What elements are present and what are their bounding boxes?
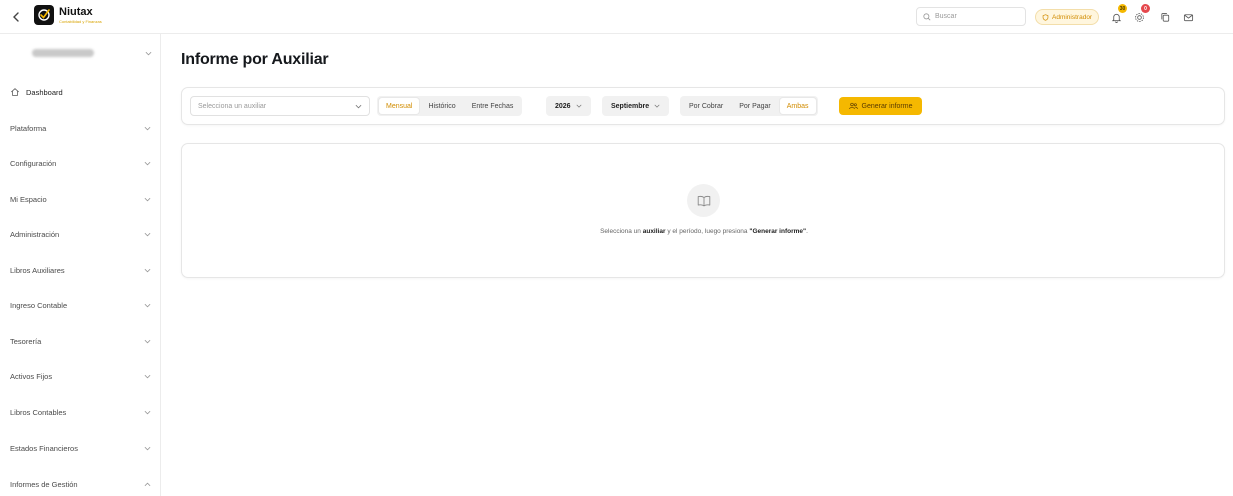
sidebar-item-label: Plataforma xyxy=(10,123,47,133)
empty-state-emphasis-generar: "Generar informe" xyxy=(749,228,807,235)
sidebar-item-label: Informes de Gestión xyxy=(10,479,78,489)
notifications-button[interactable]: 30 xyxy=(1108,4,1127,25)
year-value: 2026 xyxy=(555,102,571,110)
empty-state-text-1: Selecciona un xyxy=(600,228,641,235)
sidebar-item-plataforma[interactable]: Plataforma xyxy=(0,118,161,138)
settings-count-badge: 0 xyxy=(1141,4,1150,13)
type-ambas[interactable]: Ambas xyxy=(779,98,816,114)
report-result-panel: Selecciona un auxiliar y el período, lue… xyxy=(181,143,1225,278)
chevron-down-icon xyxy=(144,303,150,307)
sidebar-item-configuracion[interactable]: Configuración xyxy=(0,153,161,173)
sidebar-item-tesoreria[interactable]: Tesorería xyxy=(0,331,161,351)
company-selector[interactable] xyxy=(10,44,152,62)
sidebar-item-dashboard[interactable]: Dashboard xyxy=(0,82,161,102)
back-button[interactable] xyxy=(9,9,23,25)
type-por-pagar[interactable]: Por Pagar xyxy=(732,98,778,114)
brand-tagline: Contabilidad y Finanzas xyxy=(59,18,102,24)
sidebar-item-label: Ingreso Contable xyxy=(10,300,68,310)
copy-icon xyxy=(1160,12,1169,22)
sidebar-item-libros-contables[interactable]: Libros Contables xyxy=(0,402,161,422)
notifications-count-badge: 30 xyxy=(1118,4,1127,13)
chevron-down-icon xyxy=(144,197,150,201)
empty-state-text-2: y el período, luego presiona xyxy=(667,228,748,235)
sidebar-item-label: Libros Auxiliares xyxy=(10,265,65,275)
chevron-down-icon xyxy=(576,104,582,108)
search-icon xyxy=(923,12,931,20)
sidebar-item-label: Administración xyxy=(10,229,60,239)
gear-icon xyxy=(1134,12,1144,22)
top-bar: Niutax Contabilidad y Finanzas Administr… xyxy=(0,0,1233,34)
period-mode-mensual[interactable]: Mensual xyxy=(379,98,420,114)
sidebar-item-mi-espacio[interactable]: Mi Espacio xyxy=(0,189,161,209)
sidebar-item-libros-auxiliares[interactable]: Libros Auxiliares xyxy=(0,260,161,280)
shield-icon xyxy=(1042,13,1049,21)
report-filters: Selecciona un auxiliar Mensual Histórico… xyxy=(181,87,1225,125)
chevron-down-icon xyxy=(144,232,150,236)
bell-icon xyxy=(1111,13,1121,23)
sidebar-item-administracion[interactable]: Administración xyxy=(0,224,161,244)
sidebar-item-label: Estados Financieros xyxy=(10,443,78,453)
type-por-cobrar[interactable]: Por Cobrar xyxy=(682,98,730,114)
generate-report-label: Generar informe xyxy=(861,102,913,110)
sidebar-item-ingreso-contable[interactable]: Ingreso Contable xyxy=(0,295,161,315)
copy-button[interactable] xyxy=(1157,9,1173,25)
role-badge[interactable]: Administrador xyxy=(1035,9,1100,25)
settings-button[interactable]: 0 xyxy=(1131,4,1150,25)
sidebar-item-label: Dashboard xyxy=(26,87,63,97)
sidebar-item-label: Mi Espacio xyxy=(10,194,47,204)
year-dropdown[interactable]: 2026 xyxy=(546,96,591,116)
period-mode-toggle: Mensual Histórico Entre Fechas xyxy=(377,96,523,116)
brand-name: Niutax xyxy=(59,5,93,18)
sidebar-item-label: Tesorería xyxy=(10,336,42,346)
chevron-down-icon xyxy=(144,126,150,130)
role-label: Administrador xyxy=(1052,13,1093,21)
chevron-down-icon xyxy=(144,374,150,378)
chevron-left-icon xyxy=(13,12,19,22)
chevron-down-icon xyxy=(144,339,150,343)
chevron-down-icon xyxy=(144,268,150,272)
month-dropdown[interactable]: Septiembre xyxy=(602,96,670,116)
month-value: Septiembre xyxy=(611,102,650,110)
empty-state-illustration xyxy=(687,184,720,217)
messages-button[interactable] xyxy=(1180,9,1196,25)
chevron-down-icon xyxy=(654,104,660,108)
book-open-icon xyxy=(697,195,710,206)
sidebar-item-activos-fijos[interactable]: Activos Fijos xyxy=(0,366,161,386)
company-name-redacted xyxy=(32,49,94,57)
chevron-down-icon xyxy=(355,104,362,108)
search-box[interactable] xyxy=(916,7,1026,26)
chevron-down-icon xyxy=(145,51,152,55)
chevron-down-icon xyxy=(144,161,150,165)
sidebar-item-label: Activos Fijos xyxy=(10,371,53,381)
auxiliar-select-placeholder: Selecciona un auxiliar xyxy=(198,102,267,110)
niutax-logo-icon xyxy=(34,5,54,25)
sidebar-item-estados-financieros[interactable]: Estados Financieros xyxy=(0,438,161,458)
page-title: Informe por Auxiliar xyxy=(181,51,329,68)
home-icon xyxy=(11,88,19,96)
auxiliar-select[interactable]: Selecciona un auxiliar xyxy=(190,96,370,116)
account-type-toggle: Por Cobrar Por Pagar Ambas xyxy=(680,96,818,116)
chevron-down-icon xyxy=(144,446,150,450)
chevron-down-icon xyxy=(144,410,150,414)
generate-report-button[interactable]: Generar informe xyxy=(839,97,922,115)
sidebar-item-label: Libros Contables xyxy=(10,407,67,417)
sidebar-item-label: Configuración xyxy=(10,158,57,168)
search-input[interactable] xyxy=(935,13,1015,20)
empty-state-emphasis-auxiliar: auxiliar xyxy=(642,228,666,235)
empty-state-message: Selecciona un auxiliar y el período, lue… xyxy=(182,228,1226,235)
period-mode-entre-fechas[interactable]: Entre Fechas xyxy=(465,98,521,114)
sidebar: Dashboard Plataforma Configuración Mi Es… xyxy=(0,34,161,496)
period-mode-historico[interactable]: Histórico xyxy=(421,98,462,114)
users-icon xyxy=(848,102,858,110)
mail-icon xyxy=(1183,13,1193,21)
app-logo[interactable]: Niutax Contabilidad y Finanzas xyxy=(34,5,102,25)
sidebar-item-informes-de-gestion[interactable]: Informes de Gestión xyxy=(0,474,161,494)
chevron-up-icon xyxy=(144,482,150,486)
empty-state-text-3: . xyxy=(806,228,808,235)
